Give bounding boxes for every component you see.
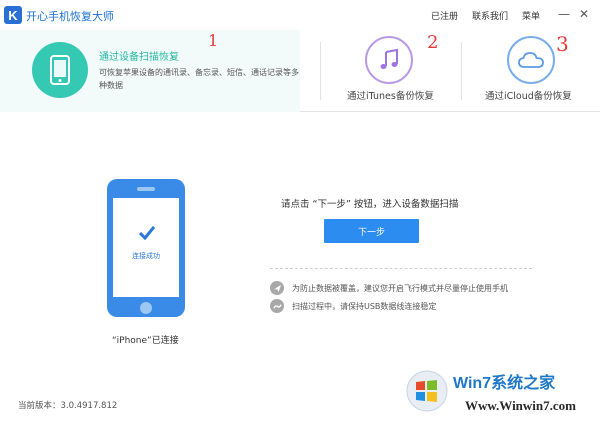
tip-text: 为防止数据被覆盖，建议您开启飞行模式并尽量停止使用手机: [292, 283, 508, 293]
mode-divider: [320, 42, 321, 100]
mode-divider: [461, 42, 462, 100]
app-logo: K: [4, 6, 22, 24]
tip-usb-connection: 扫描过程中，请保持USB数据线连接稳定: [270, 299, 436, 313]
device-connected-label: “iPhone”已连接: [112, 336, 179, 346]
dashed-divider: [270, 268, 532, 269]
next-button[interactable]: 下一步: [324, 219, 419, 243]
recovery-mode-bar: 通过设备扫描恢复 可恢复苹果设备的通讯录、备忘录、短信、通话记录等多种数据 1 …: [0, 30, 600, 112]
mode-device-description: 可恢复苹果设备的通讯录、备忘录、短信、通话记录等多种数据: [99, 68, 299, 90]
watermark-url: Www.Winwin7.com: [465, 398, 576, 413]
checkmark-icon: [139, 226, 155, 240]
app-title: 开心手机恢复大师: [26, 10, 114, 23]
tip-text: 扫描过程中，请保持USB数据线连接稳定: [292, 301, 437, 311]
tip-airplane-mode: 为防止数据被覆盖，建议您开启飞行模式并尽量停止使用手机: [270, 281, 508, 295]
watermark: Win7系统之家 Www.Winwin7.com: [405, 365, 600, 421]
minimize-button[interactable]: —: [558, 8, 570, 20]
instruction-text: 请点击 “下一步” 按钮，进入设备数据扫描: [281, 199, 459, 210]
mode-itunes-label[interactable]: 通过iTunes备份恢复: [347, 88, 434, 102]
phone-home-button: [140, 302, 152, 314]
mode-device-scan[interactable]: 通过设备扫描恢复 可恢复苹果设备的通讯录、备忘录、短信、通话记录等多种数据: [0, 30, 300, 112]
airplane-icon: [270, 281, 284, 295]
connection-status: 连接成功: [132, 252, 160, 260]
watermark-brand: Win7系统之家: [453, 375, 556, 392]
annotation-1: 1: [208, 31, 219, 50]
menu-link[interactable]: 菜单: [522, 9, 540, 22]
annotation-3: 3: [556, 32, 569, 56]
phone-speaker: [137, 187, 155, 191]
phone-screen: 连接成功: [113, 198, 179, 297]
mode-icloud-label[interactable]: 通过iCloud备份恢复: [485, 88, 572, 102]
annotation-2: 2: [427, 32, 439, 53]
phone-illustration: 连接成功: [107, 179, 185, 317]
registered-link[interactable]: 已注册: [431, 9, 458, 22]
title-bar: K 开心手机恢复大师 已注册 联系我们 菜单 — ✕: [0, 0, 600, 30]
mode-device-title: 通过设备扫描恢复: [99, 52, 179, 63]
music-note-icon[interactable]: [365, 36, 413, 84]
phone-icon: [32, 42, 88, 98]
top-links: 已注册 联系我们 菜单: [431, 9, 540, 22]
usb-icon: [270, 299, 284, 313]
version-label: 当前版本：3.0.4917.812: [18, 401, 118, 411]
close-button[interactable]: ✕: [578, 8, 590, 20]
contact-us-link[interactable]: 联系我们: [472, 9, 508, 22]
cloud-icon[interactable]: [507, 36, 555, 84]
windows-logo-icon: [406, 370, 448, 412]
